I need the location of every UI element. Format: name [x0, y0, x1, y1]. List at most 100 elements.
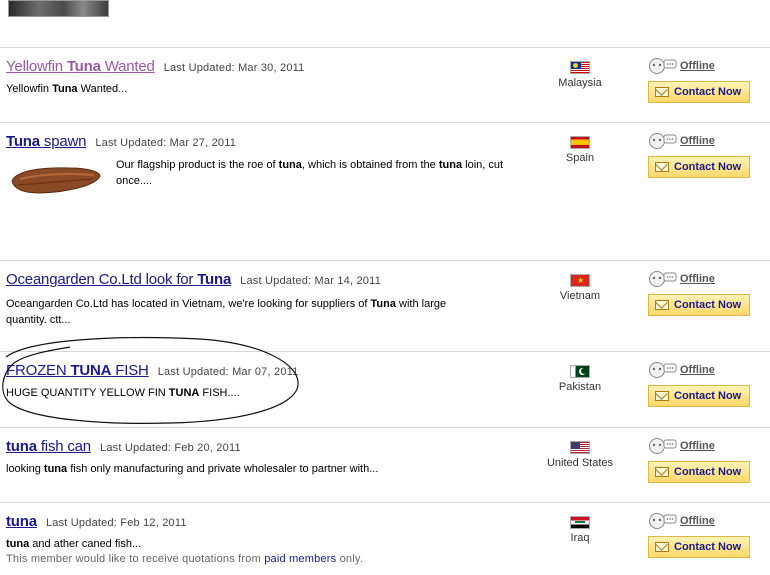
contact-now-label: Contact Now [674, 161, 742, 173]
envelope-icon [655, 162, 669, 172]
listing-row: tuna fish can Last Updated: Feb 20, 2011… [0, 427, 770, 502]
listing-description: Oceangarden Co.Ltd has located in Vietna… [6, 296, 446, 328]
contact-now-label: Contact Now [674, 390, 742, 402]
country-cell: Spain [540, 136, 620, 164]
last-updated: Last Updated: Mar 27, 2011 [95, 137, 237, 149]
iraq-flag-icon [570, 516, 590, 529]
title-keyword: tuna [6, 513, 37, 530]
contact-now-button[interactable]: Contact Now [648, 385, 750, 407]
country-cell: United States [540, 441, 620, 469]
listing-row: Tuna spawn Last Updated: Mar 27, 2011 Ou… [0, 122, 770, 260]
contact-now-label: Contact Now [674, 86, 742, 98]
malaysia-flag-icon [570, 61, 590, 74]
tuna-roe-product-image[interactable] [10, 163, 102, 195]
chat-bubble-icon [649, 362, 677, 378]
desc-text: looking [6, 463, 44, 475]
offline-status: Offline [648, 361, 758, 379]
country-name: Iraq [570, 532, 590, 544]
paid-members-link[interactable]: paid members [264, 553, 336, 565]
contact-now-label: Contact Now [674, 541, 742, 553]
quotation-note: This member would like to receive quotat… [6, 553, 363, 565]
contact-now-button[interactable]: Contact Now [648, 294, 750, 316]
chat-bubble-icon [649, 513, 677, 529]
country-cell: Malaysia [540, 61, 620, 89]
contact-now-label: Contact Now [674, 466, 742, 478]
envelope-icon [655, 391, 669, 401]
offline-link[interactable]: Offline [680, 515, 715, 527]
title-text: Yellowfin [6, 58, 67, 75]
country-name: Spain [565, 152, 595, 164]
title-keyword: tuna [6, 438, 37, 455]
envelope-icon [655, 542, 669, 552]
country-cell: Pakistan [540, 365, 620, 393]
contact-now-label: Contact Now [674, 299, 742, 311]
listing-title-line: Tuna spawn Last Updated: Mar 27, 2011 [6, 133, 236, 150]
desc-text: Yellowfin [6, 83, 53, 95]
contact-now-button[interactable]: Contact Now [648, 461, 750, 483]
title-keyword: Tuna [6, 133, 40, 150]
title-text: Oceangarden Co.Ltd look for [6, 271, 198, 288]
envelope-icon [655, 467, 669, 477]
status-cell: Offline Contact Now [648, 361, 758, 407]
product-thumbnail-top[interactable] [8, 0, 109, 17]
country-name: United States [546, 457, 614, 469]
united-states-flag-icon [570, 441, 590, 454]
pakistan-flag-icon [570, 365, 590, 378]
desc-text: Our flagship product is the roe of [116, 159, 279, 171]
title-text: fish can [36, 438, 91, 455]
desc-keyword: Tuna [52, 83, 78, 95]
title-keyword: Tuna [66, 58, 101, 75]
envelope-icon [655, 87, 669, 97]
spain-flag-icon [570, 136, 590, 149]
chat-bubble-icon [649, 271, 677, 287]
offline-link[interactable]: Offline [680, 60, 715, 72]
listing-description: Yellowfin Tuna Wanted... [6, 83, 127, 95]
listing-title-link[interactable]: Oceangarden Co.Ltd look for Tuna [6, 271, 231, 288]
country-name: Pakistan [558, 381, 602, 393]
country-cell: Iraq [540, 516, 620, 544]
listing-description: Our flagship product is the roe of tuna,… [116, 157, 506, 189]
country-name: Vietnam [559, 290, 601, 302]
chat-bubble-icon [649, 133, 677, 149]
listing-description: tuna and ather caned fish... [6, 538, 141, 550]
listing-title-link[interactable]: tuna fish can [6, 438, 91, 455]
envelope-icon [655, 300, 669, 310]
status-cell: Offline Contact Now [648, 57, 758, 103]
contact-now-button[interactable]: Contact Now [648, 536, 750, 558]
desc-keyword: tuna [438, 159, 463, 171]
desc-keyword: tuna [278, 159, 302, 171]
offline-link[interactable]: Offline [680, 273, 715, 285]
note-text: This member would like to receive quotat… [6, 553, 265, 565]
listing-description: looking tuna fish only manufacturing and… [6, 463, 378, 475]
title-keyword: Tuna [197, 271, 232, 288]
offline-link[interactable]: Offline [680, 440, 715, 452]
offline-status: Offline [648, 57, 758, 75]
desc-keyword: tuna [43, 463, 68, 475]
vietnam-flag-icon: ★ [570, 274, 590, 287]
hand-drawn-circle-annotation [2, 337, 299, 424]
offline-link[interactable]: Offline [680, 135, 715, 147]
last-updated: Last Updated: Mar 14, 2011 [240, 275, 381, 287]
listing-title-link[interactable]: tuna [6, 513, 37, 530]
listing-title-line: Oceangarden Co.Ltd look for Tuna Last Up… [6, 271, 381, 288]
contact-now-button[interactable]: Contact Now [648, 156, 750, 178]
last-updated: Last Updated: Feb 20, 2011 [100, 442, 241, 454]
title-text: Wanted [100, 58, 155, 75]
country-name: Malaysia [558, 77, 602, 89]
desc-keyword: tuna [6, 538, 30, 550]
contact-now-button[interactable]: Contact Now [648, 81, 750, 103]
chat-bubble-icon [649, 438, 677, 454]
listing-title-link[interactable]: Tuna spawn [6, 133, 86, 150]
listing-title-line: Yellowfin Tuna Wanted Last Updated: Mar … [6, 58, 304, 75]
desc-text: fish only manufacturing and private whol… [67, 463, 379, 475]
listing-title-link[interactable]: Yellowfin Tuna Wanted [6, 58, 155, 75]
offline-link[interactable]: Offline [680, 364, 715, 376]
status-cell: Offline Contact Now [648, 437, 758, 483]
country-cell: ★ Vietnam [540, 274, 620, 302]
status-cell: Offline Contact Now [648, 512, 758, 558]
listing-title-line: tuna Last Updated: Feb 12, 2011 [6, 513, 187, 530]
desc-text: Wanted... [77, 83, 128, 95]
chat-bubble-icon [649, 58, 677, 74]
note-text: only. [336, 553, 364, 565]
listing-row: tuna Last Updated: Feb 12, 2011 tuna and… [0, 502, 770, 575]
